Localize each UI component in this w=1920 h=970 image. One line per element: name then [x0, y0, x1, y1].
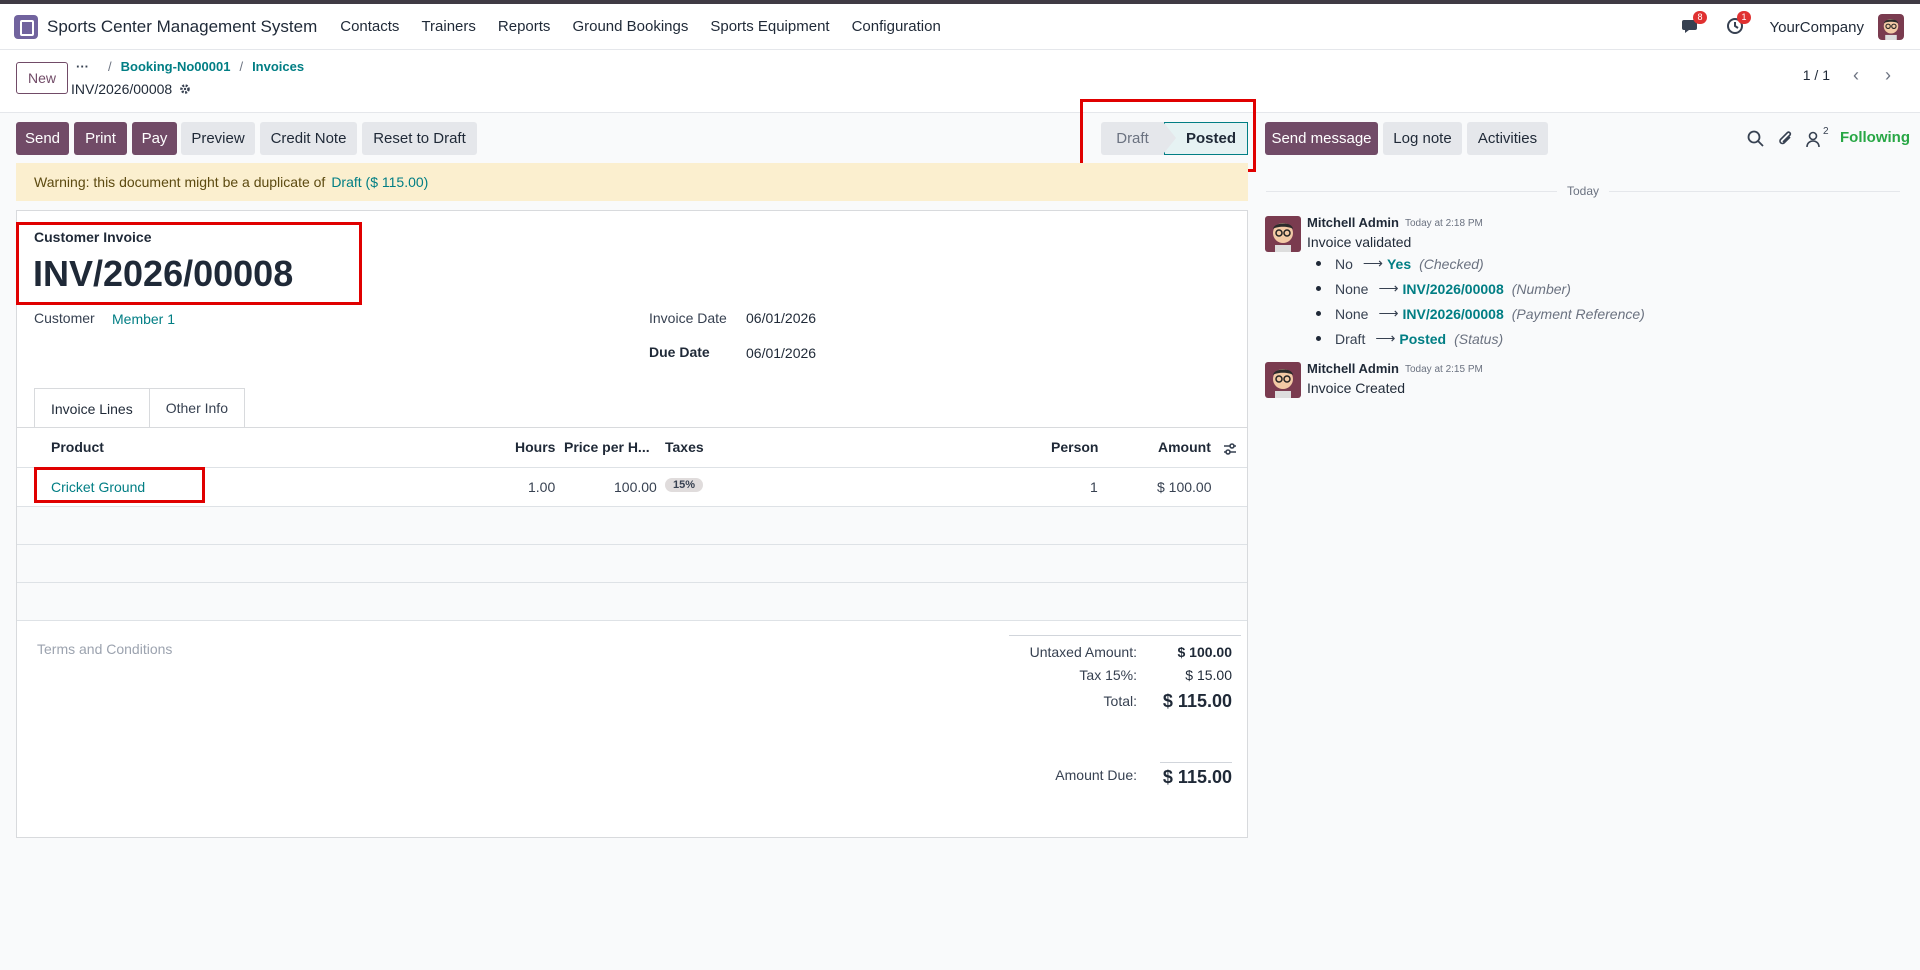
col-person[interactable]: Person — [1051, 439, 1098, 455]
tab-invoice-lines[interactable]: Invoice Lines — [34, 388, 150, 428]
pager-next-icon[interactable]: › — [1872, 60, 1904, 90]
invoice-date-label: Invoice Date — [649, 310, 727, 326]
gear-icon[interactable] — [179, 83, 191, 95]
menu-sports-equipment[interactable]: Sports Equipment — [699, 18, 840, 35]
record-name: INV/2026/00008 — [71, 81, 191, 97]
row-hours[interactable]: 1.00 — [528, 479, 555, 495]
highlight-invoice-title — [16, 222, 362, 305]
message-author[interactable]: Mitchell Admin — [1307, 361, 1399, 376]
main-navbar: Sports Center Management System Contacts… — [0, 4, 1920, 50]
breadcrumb-invoices[interactable]: Invoices — [252, 59, 304, 74]
warning-text: Warning: this document might be a duplic… — [34, 174, 326, 190]
col-amount[interactable]: Amount — [1158, 439, 1211, 455]
customer-field[interactable]: Member 1 — [112, 311, 175, 327]
tax-value: $ 15.00 — [1185, 667, 1232, 683]
menu-contacts[interactable]: Contacts — [329, 18, 410, 35]
messages-badge: 8 — [1693, 11, 1707, 24]
pager-prev-icon[interactable]: ‹ — [1840, 60, 1872, 90]
untaxed-value: $ 100.00 — [1177, 644, 1233, 660]
pager-value[interactable]: 1 / 1 — [1803, 67, 1830, 83]
totals-divider — [1009, 635, 1241, 636]
message-date: Today at 2:18 PM — [1405, 218, 1483, 229]
due-date-label: Due Date — [649, 344, 710, 360]
send-button[interactable]: Send — [16, 122, 69, 155]
row-price[interactable]: 100.00 — [614, 479, 657, 495]
col-product[interactable]: Product — [51, 439, 104, 455]
message-author[interactable]: Mitchell Admin — [1307, 215, 1399, 230]
message-avatar[interactable] — [1265, 216, 1301, 252]
message-body: Invoice validated — [1307, 234, 1412, 250]
total-value: $ 115.00 — [1162, 691, 1232, 711]
app-icon[interactable] — [14, 14, 38, 39]
customer-label: Customer — [34, 310, 95, 326]
send-message-button[interactable]: Send message — [1265, 122, 1378, 155]
tax-label: Tax 15%: — [1079, 667, 1137, 683]
print-button[interactable]: Print — [74, 122, 127, 155]
followers-icon[interactable] — [1804, 129, 1824, 149]
menu-reports[interactable]: Reports — [487, 18, 562, 35]
row-divider — [17, 620, 1247, 621]
amount-due-value: $ 115.00 — [1162, 767, 1232, 787]
row-amount[interactable]: $ 100.00 — [1157, 479, 1212, 495]
pager: 1 / 1 ‹ › — [1803, 60, 1904, 90]
tracking-item: None ⟶ INV/2026/00008 (Payment Reference) — [1316, 305, 1645, 322]
credit-note-button[interactable]: Credit Note — [260, 122, 357, 155]
due-divider — [1160, 762, 1232, 763]
notebook-tabs: Invoice Lines Other Info — [34, 388, 245, 428]
col-taxes[interactable]: Taxes — [665, 439, 704, 455]
tab-underline — [17, 427, 1247, 428]
log-note-button[interactable]: Log note — [1383, 122, 1462, 155]
message-avatar[interactable] — [1265, 362, 1301, 398]
messages-icon[interactable]: 8 — [1681, 11, 1707, 38]
row-tax-tag[interactable]: 15% — [665, 478, 704, 492]
following-button[interactable]: Following — [1840, 129, 1910, 146]
company-switcher[interactable]: YourCompany — [1769, 19, 1864, 36]
col-hours[interactable]: Hours — [515, 439, 555, 455]
tab-other-info[interactable]: Other Info — [148, 388, 245, 427]
total-label: Total: — [1103, 693, 1137, 709]
due-date-field[interactable]: 06/01/2026 — [746, 345, 816, 361]
tracking-item: Draft ⟶ Posted (Status) — [1316, 330, 1503, 347]
message-date: Today at 2:15 PM — [1405, 364, 1483, 375]
empty-row — [17, 545, 1247, 582]
control-panel: New ··· / Booking-No00001 / Invoices INV… — [0, 50, 1920, 113]
search-icon[interactable] — [1746, 129, 1766, 149]
empty-row — [17, 507, 1247, 544]
activities-badge: 1 — [1737, 11, 1751, 24]
message-body: Invoice Created — [1307, 380, 1406, 396]
reset-to-draft-button[interactable]: Reset to Draft — [362, 122, 477, 155]
menu-ground-bookings[interactable]: Ground Bookings — [561, 18, 699, 35]
new-button[interactable]: New — [16, 62, 68, 94]
activities-button[interactable]: Activities — [1467, 122, 1548, 155]
breadcrumb-booking[interactable]: Booking-No00001 — [121, 59, 231, 74]
column-settings-icon[interactable] — [1223, 442, 1237, 456]
preview-button[interactable]: Preview — [181, 122, 255, 155]
pay-button[interactable]: Pay — [132, 122, 177, 155]
row-person[interactable]: 1 — [1090, 479, 1098, 495]
untaxed-label: Untaxed Amount: — [1029, 644, 1137, 660]
col-price[interactable]: Price per H... — [564, 439, 650, 455]
warning-link[interactable]: Draft ($ 115.00) — [331, 174, 428, 190]
breadcrumb-more-icon[interactable]: ··· — [76, 59, 89, 74]
record-name-text: INV/2026/00008 — [71, 81, 173, 97]
followers-count: 2 — [1823, 126, 1829, 137]
user-avatar[interactable] — [1878, 14, 1904, 40]
tracking-item: No ⟶ Yes (Checked) — [1316, 255, 1484, 272]
amount-due-label: Amount Due: — [1055, 767, 1137, 783]
today-label: Today — [1566, 184, 1600, 198]
terms-field[interactable]: Terms and Conditions — [37, 641, 172, 657]
paperclip-icon[interactable] — [1776, 129, 1796, 149]
duplicate-warning: Warning: this document might be a duplic… — [16, 163, 1248, 201]
highlight-product — [34, 467, 205, 503]
empty-row — [17, 583, 1247, 620]
tracking-item: None ⟶ INV/2026/00008 (Number) — [1316, 280, 1571, 297]
activities-icon[interactable]: 1 — [1725, 11, 1751, 38]
breadcrumb: ··· / Booking-No00001 / Invoices — [76, 59, 305, 74]
invoice-date-field[interactable]: 06/01/2026 — [746, 310, 816, 326]
highlight-status-box — [1080, 99, 1256, 172]
menu-trainers[interactable]: Trainers — [410, 18, 486, 35]
menu-configuration[interactable]: Configuration — [841, 18, 952, 35]
date-separator: Today — [1266, 184, 1900, 198]
app-name[interactable]: Sports Center Management System — [47, 17, 317, 37]
